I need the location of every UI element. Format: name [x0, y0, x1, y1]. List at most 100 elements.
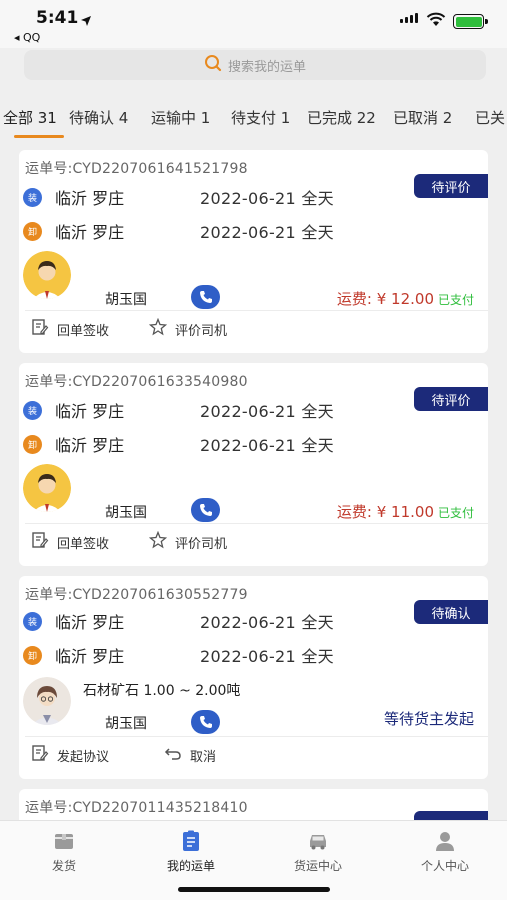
receipt-edit-icon [31, 531, 49, 553]
receipt-edit-icon [31, 318, 49, 340]
document-icon [141, 829, 241, 853]
receipt-sign-label: 回单签收 [57, 323, 110, 339]
driver-name: 胡玉国 [105, 505, 147, 521]
nav-freight-center[interactable]: 货运中心 [268, 829, 368, 874]
payment-status: 已支付 [437, 293, 474, 307]
load-date: 2022-06-21 全天 [200, 189, 334, 208]
receipt-sign-button[interactable]: 回单签收 [31, 531, 109, 553]
load-icon: 装 [23, 187, 42, 207]
unload-row: 卸 临沂 罗庄 2022-06-21 全天 [23, 433, 334, 455]
unload-date: 2022-06-21 全天 [200, 223, 334, 242]
unload-city: 临沂 罗庄 [55, 223, 125, 242]
fee-amount: 运费: ¥ 12.00 [336, 290, 434, 308]
tab-closed[interactable]: 已关 [475, 107, 505, 128]
load-row: 装 临沂 罗庄 2022-06-21 全天 [23, 186, 334, 208]
rate-driver-button[interactable]: 评价司机 [148, 530, 228, 553]
agreement-edit-icon [31, 744, 49, 766]
tab-in-transit[interactable]: 运输中 1 [151, 107, 210, 128]
order-number: 运单号:CYD2207061641521798 [25, 161, 248, 177]
rate-star-icon [148, 530, 168, 553]
initiate-agreement-button[interactable]: 发起协议 [31, 744, 109, 766]
driver-avatar [23, 251, 71, 299]
driver-name: 胡玉国 [105, 292, 147, 308]
status-badge: 待评价 [414, 174, 488, 198]
order-status-tabs: 全部 31 待确认 4 运输中 1 待支付 1 已完成 22 已取消 2 已关 [0, 104, 507, 138]
search-icon [204, 54, 222, 76]
unload-date: 2022-06-21 全天 [200, 436, 334, 455]
back-to-app-link[interactable]: ◂ QQ [14, 31, 40, 44]
person-icon [395, 829, 495, 853]
divider [25, 310, 488, 311]
driver-avatar [23, 464, 71, 512]
phone-icon[interactable] [191, 285, 220, 309]
order-number: 运单号:CYD2207061633540980 [25, 374, 248, 390]
load-date: 2022-06-21 全天 [200, 613, 334, 632]
driver-avatar [23, 677, 71, 725]
phone-icon[interactable] [191, 710, 220, 734]
search-placeholder: 搜索我的运单 [227, 59, 306, 75]
wifi-icon [426, 12, 446, 31]
rate-driver-label: 评价司机 [175, 323, 228, 339]
initiate-agreement-label: 发起协议 [57, 749, 110, 765]
battery-icon [453, 14, 488, 29]
status-badge: 待评价 [414, 387, 488, 411]
receipt-sign-label: 回单签收 [57, 536, 110, 552]
tab-cancelled[interactable]: 已取消 2 [393, 107, 452, 128]
box-icon [14, 829, 114, 853]
truck-icon [268, 829, 368, 853]
freight-fee: 运费: ¥ 12.00 已支付 [337, 288, 474, 309]
unload-city: 临沂 罗庄 [55, 647, 125, 666]
status-badge: 待确认 [414, 600, 488, 624]
load-city: 临沂 罗庄 [55, 189, 125, 208]
load-icon: 装 [23, 611, 42, 631]
undo-arrow-icon [164, 744, 182, 766]
tab-pending-confirm[interactable]: 待确认 4 [69, 107, 128, 128]
nav-my-orders-label: 我的运单 [166, 859, 215, 873]
order-number: 运单号:CYD2207061630552779 [25, 587, 248, 603]
unload-row: 卸 临沂 罗庄 2022-06-21 全天 [23, 220, 334, 242]
nav-ship-label: 发货 [51, 859, 76, 873]
divider [25, 523, 488, 524]
nav-freight-center-label: 货运中心 [293, 859, 342, 873]
order-card[interactable]: 运单号:CYD2207061641521798 待评价 装 临沂 罗庄 2022… [19, 150, 488, 353]
unload-icon: 卸 [23, 434, 42, 454]
tab-completed[interactable]: 已完成 22 [307, 107, 376, 128]
search-bar[interactable]: 搜索我的运单 [24, 50, 486, 80]
unload-date: 2022-06-21 全天 [200, 647, 334, 666]
tab-all[interactable]: 全部 31 [3, 107, 57, 128]
freight-fee: 运费: ¥ 11.00 已支付 [337, 501, 474, 522]
order-card[interactable]: 运单号:CYD2207061633540980 待评价 装 临沂 罗庄 2022… [19, 363, 488, 566]
active-tab-indicator [14, 135, 64, 138]
load-city: 临沂 罗庄 [55, 613, 125, 632]
cargo-info: 石材矿石 1.00 ~ 2.00吨 [83, 683, 241, 699]
order-card[interactable]: 运单号:CYD2207061630552779 待确认 装 临沂 罗庄 2022… [19, 576, 488, 779]
rate-driver-button[interactable]: 评价司机 [148, 317, 228, 340]
load-city: 临沂 罗庄 [55, 402, 125, 421]
load-row: 装 临沂 罗庄 2022-06-21 全天 [23, 610, 334, 632]
waiting-status: 等待货主发起 [383, 710, 474, 728]
nav-profile-label: 个人中心 [420, 859, 469, 873]
load-row: 装 临沂 罗庄 2022-06-21 全天 [23, 399, 334, 421]
nav-profile[interactable]: 个人中心 [395, 829, 495, 874]
cancel-button[interactable]: 取消 [164, 744, 216, 766]
unload-icon: 卸 [23, 221, 42, 241]
status-time: 5:41 [36, 8, 79, 28]
tab-pending-payment[interactable]: 待支付 1 [231, 107, 290, 128]
fee-amount: 运费: ¥ 11.00 [336, 503, 434, 521]
unload-row: 卸 临沂 罗庄 2022-06-21 全天 [23, 644, 334, 666]
unload-city: 临沂 罗庄 [55, 436, 125, 455]
status-bar: 5:41 ◂ QQ [0, 0, 507, 48]
rate-driver-label: 评价司机 [175, 536, 228, 552]
home-indicator [178, 887, 330, 892]
nav-ship[interactable]: 发货 [14, 829, 114, 874]
signal-icon [400, 13, 418, 23]
load-icon: 装 [23, 400, 42, 420]
nav-my-orders[interactable]: 我的运单 [141, 829, 241, 874]
driver-name: 胡玉国 [105, 716, 147, 732]
receipt-sign-button[interactable]: 回单签收 [31, 318, 109, 340]
load-date: 2022-06-21 全天 [200, 402, 334, 421]
payment-status: 已支付 [437, 506, 474, 520]
divider [25, 736, 488, 737]
order-number: 运单号:CYD2207011435218410 [25, 800, 248, 816]
phone-icon[interactable] [191, 498, 220, 522]
